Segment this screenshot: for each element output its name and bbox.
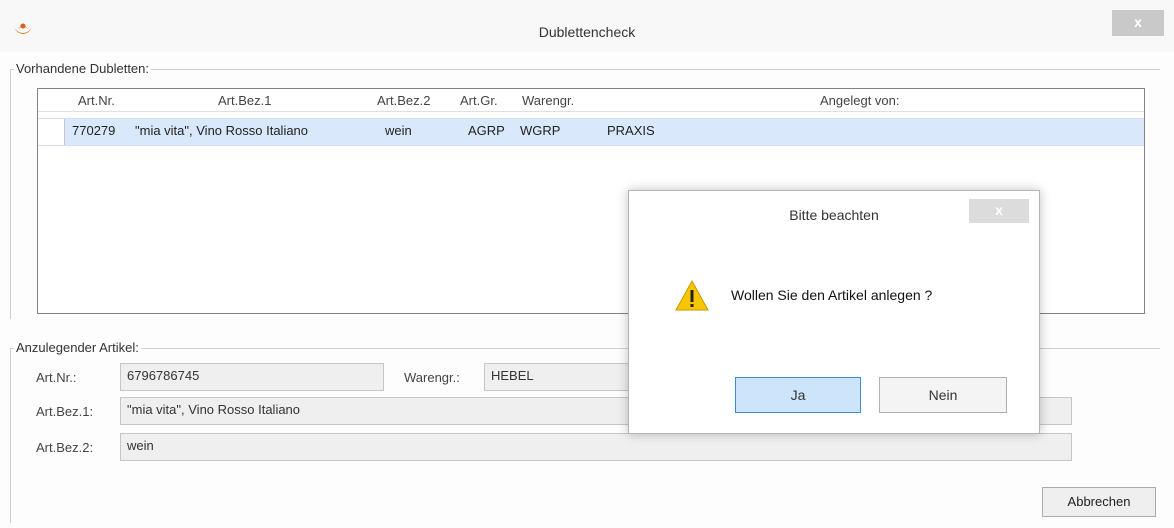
column-header-bez2[interactable]: Art.Bez.2 (377, 93, 430, 108)
yes-button[interactable]: Ja (735, 377, 861, 413)
dialog-message: Wollen Sie den Artikel anlegen ? (731, 287, 933, 303)
column-header-angelegt[interactable]: Angelegt von: (820, 93, 900, 108)
column-header-warengr[interactable]: Warengr. (522, 93, 574, 108)
table-row[interactable]: 770279 "mia vita", Vino Rosso Italiano w… (38, 118, 1144, 146)
column-header-bez1[interactable]: Art.Bez.1 (218, 93, 271, 108)
cell-angelegt: PRAXIS (607, 123, 655, 138)
artnr-label: Art.Nr.: (36, 370, 77, 385)
row-indicator (38, 119, 65, 145)
window-close-button[interactable]: x (1112, 10, 1164, 36)
bez2-label: Art.Bez.2: (36, 440, 94, 455)
duplicates-list-header: Art.Nr. Art.Bez.1 Art.Bez.2 Art.Gr. Ware… (38, 89, 1144, 112)
group-border (10, 69, 11, 319)
article-group-label: Anzulegender Artikel: (14, 340, 141, 355)
warning-icon (675, 279, 709, 311)
duplicate-check-window: Dublettencheck x Vorhandene Dubletten: A… (0, 0, 1174, 528)
bez2-field[interactable]: wein (120, 433, 1072, 461)
cell-bez1: "mia vita", Vino Rosso Italiano (135, 123, 309, 138)
cell-warengr: WGRP (520, 123, 561, 138)
duplicates-group-label: Vorhandene Dubletten: (14, 61, 151, 76)
cell-artgr: AGRP (468, 123, 505, 138)
column-header-artnr[interactable]: Art.Nr. (78, 93, 115, 108)
dialog-close-button[interactable]: x (969, 199, 1029, 223)
warengr-label: Warengr.: (404, 370, 460, 385)
bez1-label: Art.Bez.1: (36, 404, 94, 419)
column-header-artgr[interactable]: Art.Gr. (460, 93, 498, 108)
title-bar: Dublettencheck x (0, 0, 1174, 52)
cancel-button[interactable]: Abbrechen (1042, 487, 1156, 517)
group-border (10, 348, 11, 523)
cell-bez2: wein (385, 123, 412, 138)
group-divider (10, 69, 1160, 70)
cell-artnr: 770279 (72, 123, 116, 138)
warengr-field[interactable]: HEBEL (484, 363, 644, 391)
no-button[interactable]: Nein (879, 377, 1007, 413)
artnr-field[interactable]: 6796786745 (120, 363, 384, 391)
window-title: Dublettencheck (538, 24, 636, 40)
confirm-dialog: Bitte beachten x Wollen Sie den Artikel … (628, 190, 1040, 434)
